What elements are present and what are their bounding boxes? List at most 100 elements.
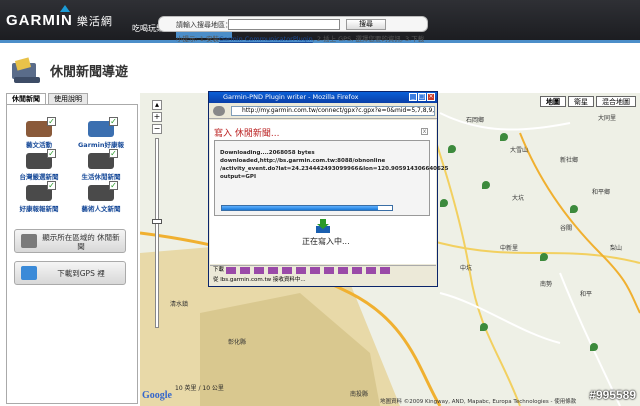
map-scale: 10 英里 / 10 公里 xyxy=(175,385,224,392)
file-icon[interactable] xyxy=(338,267,349,274)
checkbox-life-news[interactable]: ✓ xyxy=(109,149,118,158)
zoom-control: ▴ + − xyxy=(152,100,162,330)
progress-fill xyxy=(222,206,379,210)
checkbox-deals-news[interactable]: ✓ xyxy=(47,181,56,190)
download-to-gps-button[interactable]: 下載到GPS 裡 xyxy=(14,261,126,285)
search-button[interactable]: 搜尋 xyxy=(346,19,386,30)
bike-icon: ✓ xyxy=(26,149,56,169)
sidebar: 休閒新聞 使用說明 ✓ 藝文活動 ✓ Garmin好康報 ✓ 台灣嚴選新聞 ✓ … xyxy=(0,93,140,406)
category-taiwan-news[interactable]: ✓ 台灣嚴選新聞 xyxy=(11,149,67,181)
file-icon[interactable] xyxy=(254,267,265,274)
hint-text: 小提示: 1.安裝Garmin CommunicatorPlugin, 2.插上… xyxy=(176,35,425,43)
map-label: 南勢 xyxy=(540,281,553,288)
zoom-in-button[interactable]: + xyxy=(152,112,162,122)
map-label: 南投縣 xyxy=(350,391,369,398)
map-marker[interactable] xyxy=(440,199,448,207)
plugin-writer-window: Garmin-PND Plugin writer - Mozilla Firef… xyxy=(208,91,448,287)
map-marker[interactable] xyxy=(590,343,598,351)
map-marker[interactable] xyxy=(500,133,508,141)
page-title: 休閒新聞導遊 xyxy=(50,64,129,79)
sidebar-tab-help[interactable]: 使用說明 xyxy=(48,93,88,104)
close-icon[interactable]: × xyxy=(427,93,435,101)
minimize-icon[interactable]: _ xyxy=(409,93,417,101)
newspaper-icon xyxy=(12,57,40,83)
map-label: 中坑 xyxy=(460,265,473,272)
map-label: 大雪山 xyxy=(510,147,529,154)
download-icon xyxy=(21,266,37,280)
map-label: 和平 xyxy=(580,291,593,298)
guitar-icon: ✓ xyxy=(26,117,56,137)
writing-status: 正在寫入中... xyxy=(302,237,350,246)
google-logo: Google xyxy=(142,390,172,401)
map-icon xyxy=(21,234,37,248)
file-icon[interactable] xyxy=(226,267,237,274)
plugin-link[interactable]: Garmin CommunicatorPlugin xyxy=(219,35,313,43)
map-label: 新社鄉 xyxy=(560,157,579,164)
category-arts-culture[interactable]: ✓ 藝術人文新聞 xyxy=(73,181,129,213)
checkbox-taiwan-news[interactable]: ✓ xyxy=(47,149,56,158)
map-type-map[interactable]: 地圖 xyxy=(540,96,566,107)
file-icon[interactable] xyxy=(310,267,321,274)
file-icon[interactable] xyxy=(296,267,307,274)
download-toolbar: 下載 xyxy=(210,265,436,275)
map-marker[interactable] xyxy=(448,145,456,153)
sidebar-tabs: 休閒新聞 使用說明 xyxy=(6,93,90,104)
category-arts[interactable]: ✓ 藝文活動 xyxy=(11,117,67,149)
category-garmin-deals[interactable]: ✓ Garmin好康報 xyxy=(73,117,129,149)
pan-up-button[interactable]: ▴ xyxy=(152,100,162,110)
search-label: 請輸入搜尋地區： xyxy=(176,21,232,29)
zoom-slider-thumb[interactable] xyxy=(152,219,162,224)
map-type-satellite[interactable]: 衛星 xyxy=(568,96,594,107)
map-type-hybrid[interactable]: 混合地圖 xyxy=(596,96,636,107)
bike-icon: ✓ xyxy=(88,181,118,201)
map-marker[interactable] xyxy=(570,205,578,213)
checkbox-arts-culture[interactable]: ✓ xyxy=(109,181,118,190)
file-icon[interactable] xyxy=(352,267,363,274)
map-marker[interactable] xyxy=(482,181,490,189)
zoom-out-button[interactable]: − xyxy=(152,124,162,134)
file-icon[interactable] xyxy=(324,267,335,274)
download-log-panel: Downloading....2068058 bytes downloaded,… xyxy=(214,140,448,216)
search-input[interactable] xyxy=(228,19,340,30)
download-log: Downloading....2068058 bytes downloaded,… xyxy=(220,150,449,180)
dialog-close-icon[interactable]: x xyxy=(421,128,428,135)
map-label: 梨山 xyxy=(610,245,623,252)
map-label: 大坑 xyxy=(512,195,525,202)
map-copyright: 地圖資料 ©2009 Kingway, AND, Mapabc, Europa … xyxy=(380,399,577,405)
checkbox-garmin-deals[interactable]: ✓ xyxy=(109,117,118,126)
url-field[interactable]: http://my.garmin.com.tw/connect/gpx?c.gp… xyxy=(231,106,435,116)
maximize-icon[interactable]: □ xyxy=(418,93,426,101)
status-bar: 從 lbs.garmin.com.tw 接收資料中... xyxy=(210,276,436,286)
site-icon xyxy=(213,106,225,116)
news-icon: ✓ xyxy=(88,117,118,137)
page-header: 休閒新聞導遊 xyxy=(0,43,640,93)
sidebar-tab-news[interactable]: 休閒新聞 xyxy=(6,93,46,104)
map-label: 和平鄉 xyxy=(592,189,611,196)
progress-bar xyxy=(221,205,393,211)
garmin-logo[interactable]: GARMIN 樂活網 xyxy=(6,12,113,29)
dialog-body: 寫入 休閒新聞... x Downloading....2068058 byte… xyxy=(210,120,448,264)
garmin-triangle-icon xyxy=(60,5,70,12)
sidebar-panel: ✓ 藝文活動 ✓ Garmin好康報 ✓ 台灣嚴選新聞 ✓ 生活休閒新聞 ✓ 好… xyxy=(6,104,138,404)
map-label: 中新里 xyxy=(500,245,519,252)
map-marker[interactable] xyxy=(480,323,488,331)
map-label: 清水鎮 xyxy=(170,301,189,308)
gps-write-icon xyxy=(316,219,330,233)
file-icon[interactable] xyxy=(282,267,293,274)
map-marker[interactable] xyxy=(540,253,548,261)
checkbox-arts[interactable]: ✓ xyxy=(47,117,56,126)
category-deals-news[interactable]: ✓ 好康報報新聞 xyxy=(11,181,67,213)
category-life-news[interactable]: ✓ 生活休閒新聞 xyxy=(73,149,129,181)
file-icon[interactable] xyxy=(366,267,377,274)
dialog-heading: 寫入 休閒新聞... xyxy=(214,129,280,139)
bike-icon: ✓ xyxy=(88,149,118,169)
address-bar: http://my.garmin.com.tw/connect/gpx?c.gp… xyxy=(209,103,437,119)
zoom-slider[interactable] xyxy=(152,138,162,328)
file-icon[interactable] xyxy=(268,267,279,274)
window-title: Garmin-PND Plugin writer - Mozilla Firef… xyxy=(209,92,437,103)
file-icon[interactable] xyxy=(380,267,391,274)
map-label: 石岡鄉 xyxy=(466,117,485,124)
show-area-news-button[interactable]: 顯示所在區域的 休閒新聞 xyxy=(14,229,126,253)
file-icon[interactable] xyxy=(240,267,251,274)
map-label: 大同里 xyxy=(598,115,617,122)
